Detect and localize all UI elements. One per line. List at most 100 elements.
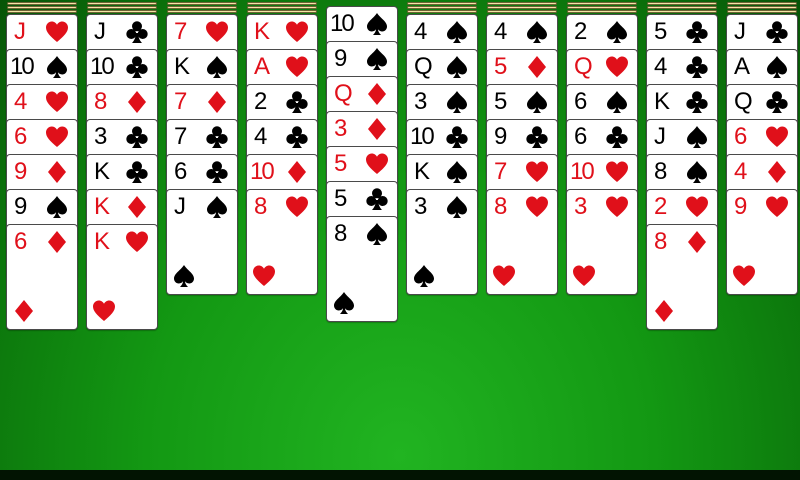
diamond-suit-large-icon	[12, 299, 36, 323]
card-rank: A	[734, 53, 750, 80]
card-rank: 8	[94, 88, 107, 115]
playing-card[interactable]: 6	[6, 224, 78, 330]
diamond-suit-large-icon	[652, 299, 676, 323]
spade-suit-large-icon	[172, 264, 196, 288]
card-rank: 2	[254, 88, 267, 115]
heart-suit-icon	[205, 20, 229, 44]
diamond-suit-icon	[685, 230, 709, 254]
diamond-suit-icon	[45, 160, 69, 184]
face-down-card-edge	[487, 10, 557, 13]
card-rank: K	[414, 158, 430, 185]
diamond-suit-icon	[125, 195, 149, 219]
playing-card[interactable]: K	[86, 224, 158, 330]
card-rank: J	[654, 123, 666, 150]
playing-card[interactable]: 3	[406, 189, 478, 295]
face-down-card-edge	[567, 10, 637, 13]
card-rank: 8	[494, 193, 507, 220]
club-suit-icon	[125, 20, 149, 44]
card-rank: 8	[654, 228, 667, 255]
card-rank: 9	[14, 158, 27, 185]
spade-suit-large-icon	[412, 264, 436, 288]
card-rank: 5	[654, 18, 667, 45]
spade-suit-icon	[445, 195, 469, 219]
spade-suit-icon	[45, 55, 69, 79]
heart-suit-large-icon	[572, 264, 596, 288]
club-suit-icon	[685, 20, 709, 44]
face-down-card-edge	[167, 10, 237, 13]
face-down-card-edge	[647, 2, 717, 5]
spade-suit-icon	[205, 195, 229, 219]
heart-suit-icon	[525, 195, 549, 219]
face-down-card-edge	[407, 10, 477, 13]
face-down-card-edge	[7, 6, 77, 9]
face-down-card-edge	[167, 6, 237, 9]
card-rank: Q	[734, 88, 753, 115]
spade-suit-icon	[205, 55, 229, 79]
card-rank: Q	[334, 80, 353, 107]
club-suit-icon	[525, 125, 549, 149]
spade-suit-icon	[525, 20, 549, 44]
playing-card[interactable]: 3	[566, 189, 638, 295]
club-suit-icon	[605, 125, 629, 149]
club-suit-icon	[285, 125, 309, 149]
spade-suit-icon	[445, 160, 469, 184]
face-down-card-edge	[487, 2, 557, 5]
card-rank: 10	[10, 53, 35, 80]
spade-suit-icon	[365, 47, 389, 71]
card-rank: 3	[414, 193, 427, 220]
card-rank: 3	[334, 115, 347, 142]
playing-card[interactable]: 8	[246, 189, 318, 295]
card-rank: 10	[90, 53, 115, 80]
spade-suit-icon	[605, 20, 629, 44]
club-suit-icon	[285, 90, 309, 114]
face-down-card-edge	[247, 2, 317, 5]
diamond-suit-icon	[45, 230, 69, 254]
card-rank: 7	[494, 158, 507, 185]
card-rank: A	[254, 53, 270, 80]
face-down-card-edge	[727, 10, 797, 13]
playing-card[interactable]: J	[166, 189, 238, 295]
club-suit-icon	[205, 125, 229, 149]
card-rank: 9	[14, 193, 27, 220]
club-suit-icon	[205, 160, 229, 184]
heart-suit-icon	[765, 195, 789, 219]
playing-card[interactable]: 8	[326, 216, 398, 322]
bottom-bar	[0, 470, 800, 480]
spade-suit-icon	[685, 160, 709, 184]
card-rank: K	[654, 88, 670, 115]
card-rank: 4	[254, 123, 267, 150]
club-suit-icon	[125, 55, 149, 79]
card-rank: 3	[414, 88, 427, 115]
card-rank: 3	[94, 123, 107, 150]
club-suit-icon	[125, 160, 149, 184]
heart-suit-icon	[365, 152, 389, 176]
heart-suit-large-icon	[492, 264, 516, 288]
heart-suit-icon	[285, 20, 309, 44]
diamond-suit-icon	[285, 160, 309, 184]
card-rank: J	[734, 18, 746, 45]
playing-card[interactable]: 8	[486, 189, 558, 295]
heart-suit-large-icon	[732, 264, 756, 288]
card-rank: K	[94, 228, 110, 255]
diamond-suit-icon	[525, 55, 549, 79]
club-suit-icon	[445, 125, 469, 149]
playing-card[interactable]: 8	[646, 224, 718, 330]
card-rank: 2	[574, 18, 587, 45]
spade-suit-icon	[525, 90, 549, 114]
card-rank: 4	[494, 18, 507, 45]
heart-suit-icon	[685, 195, 709, 219]
card-rank: 8	[254, 193, 267, 220]
card-rank: 5	[494, 88, 507, 115]
heart-suit-icon	[605, 195, 629, 219]
club-suit-icon	[685, 90, 709, 114]
face-down-card-edge	[407, 6, 477, 9]
playing-card[interactable]: 9	[726, 189, 798, 295]
face-down-card-edge	[167, 2, 237, 5]
heart-suit-icon	[605, 55, 629, 79]
club-suit-icon	[765, 90, 789, 114]
card-rank: 7	[174, 88, 187, 115]
heart-suit-large-icon	[252, 264, 276, 288]
spade-suit-icon	[365, 222, 389, 246]
card-rank: 4	[414, 18, 427, 45]
card-rank: K	[254, 18, 270, 45]
